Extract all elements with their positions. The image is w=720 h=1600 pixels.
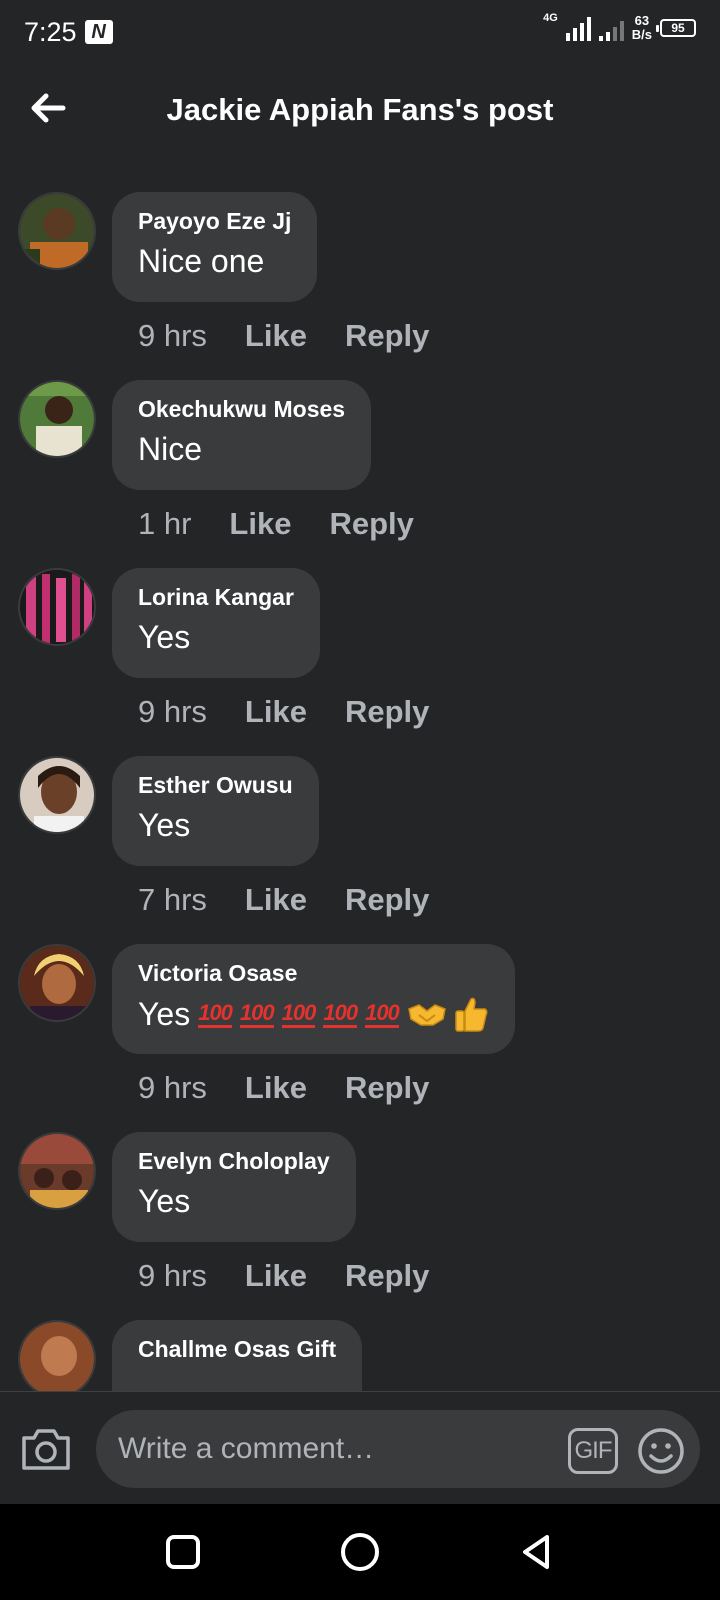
hundred-points-icon: 100: [365, 1000, 400, 1028]
comment-text: Nice one: [138, 243, 291, 280]
hundred-points-icon: 100: [323, 1000, 358, 1028]
hundred-points-icon: 100: [198, 1000, 233, 1028]
comment-text-value: Yes: [138, 807, 191, 843]
app-root: 7:25 N 4G 63 B/s 95 Jackie Appiah Fans's…: [0, 0, 720, 1600]
network-type-label: 4G: [543, 12, 558, 24]
comment-item: Victoria Osase Yes 100 100 100 100 100 9…: [0, 912, 720, 1105]
comment-item: Payoyo Eze Jj Nice one 9 hrs Like Reply: [0, 160, 720, 353]
comment-text: Yes: [138, 807, 293, 844]
comment-bubble[interactable]: Victoria Osase Yes 100 100 100 100 100: [112, 944, 515, 1054]
avatar[interactable]: [18, 1132, 96, 1210]
comment-author[interactable]: Evelyn Choloplay: [138, 1148, 330, 1175]
comment-author[interactable]: Victoria Osase: [138, 960, 489, 987]
comment-composer: GIF: [0, 1391, 720, 1504]
system-nav-bar: [0, 1504, 720, 1600]
camera-button[interactable]: [20, 1426, 72, 1472]
comments-list[interactable]: Payoyo Eze Jj Nice one 9 hrs Like Reply: [0, 160, 720, 1391]
triangle-back-icon: [523, 1535, 549, 1569]
avatar[interactable]: [18, 756, 96, 834]
comment-author[interactable]: Payoyo Eze Jj: [138, 208, 291, 235]
hundred-points-icon: 100: [281, 1000, 316, 1028]
comment-text-value: Yes: [138, 995, 191, 1032]
comment-text: Yes: [138, 1183, 330, 1220]
comment-item: Evelyn Choloplay Yes 9 hrs Like Reply: [0, 1100, 720, 1293]
comment-item: Lorina Kangar Yes 9 hrs Like Reply: [0, 536, 720, 729]
comment-text: Nice: [138, 431, 345, 468]
comment-text: Yes: [138, 619, 294, 656]
signal-strength-icon: [565, 15, 591, 41]
avatar[interactable]: [18, 1320, 96, 1391]
comment-bubble[interactable]: Esther Owusu Yes: [112, 756, 319, 866]
thumbs-up-icon: [453, 995, 489, 1033]
avatar[interactable]: [18, 944, 96, 1022]
gif-label: GIF: [574, 1437, 613, 1464]
notification-n-icon: N: [84, 20, 113, 44]
square-icon: [166, 1535, 200, 1569]
hundred-points-icon: 100: [239, 1000, 275, 1028]
net-speed: 63 B/s: [632, 14, 652, 42]
page-title: Jackie Appiah Fans's post: [166, 92, 554, 127]
signal-strength-2-icon: [598, 15, 624, 41]
recents-button[interactable]: [161, 1530, 205, 1574]
circle-icon: [341, 1533, 379, 1571]
avatar[interactable]: [18, 380, 96, 458]
comment-bubble[interactable]: Okechukwu Moses Nice: [112, 380, 372, 490]
camera-icon: [22, 1429, 70, 1470]
status-indicators: 4G 63 B/s 95: [543, 12, 696, 42]
status-bar: 7:25 N 4G 63 B/s 95: [0, 0, 720, 64]
post-header: Jackie Appiah Fans's post: [0, 64, 720, 160]
comment-item: Okechukwu Moses Nice 1 hr Like Reply: [0, 348, 720, 541]
emoji-button[interactable]: [636, 1426, 686, 1476]
comment-bubble[interactable]: Payoyo Eze Jj Nice one: [112, 192, 318, 302]
comment-text-value: Nice one: [138, 243, 265, 279]
comment-bubble[interactable]: Evelyn Choloplay Yes: [112, 1132, 356, 1242]
home-button[interactable]: [338, 1530, 382, 1574]
comment-author[interactable]: Challme Osas Gift: [138, 1336, 336, 1363]
comment-author[interactable]: Esther Owusu: [138, 772, 293, 799]
comment-item: Challme Osas Gift: [0, 1288, 720, 1391]
comment-item: Esther Owusu Yes 7 hrs Like Reply: [0, 724, 720, 917]
system-back-button[interactable]: [515, 1530, 559, 1574]
net-speed-unit: B/s: [631, 27, 652, 42]
comment-text: Yes 100 100 100 100 100: [138, 995, 489, 1033]
net-speed-value: 63: [634, 13, 650, 28]
comment-author[interactable]: Okechukwu Moses: [138, 396, 345, 423]
battery-icon: 95: [656, 19, 696, 37]
comment-bubble[interactable]: Lorina Kangar Yes: [112, 568, 320, 678]
battery-level: 95: [671, 21, 685, 35]
comment-text-value: Yes: [138, 1183, 191, 1219]
comment-author[interactable]: Lorina Kangar: [138, 584, 294, 611]
avatar[interactable]: [18, 192, 96, 270]
handshake-icon: [407, 1000, 447, 1028]
smiley-icon: [638, 1428, 684, 1474]
gif-button[interactable]: GIF: [568, 1428, 618, 1474]
status-time: 7:25: [24, 16, 77, 47]
comment-text-value: Yes: [138, 619, 191, 655]
avatar[interactable]: [18, 568, 96, 646]
comment-text-value: Nice: [138, 431, 203, 467]
comment-bubble[interactable]: Challme Osas Gift: [112, 1320, 363, 1391]
